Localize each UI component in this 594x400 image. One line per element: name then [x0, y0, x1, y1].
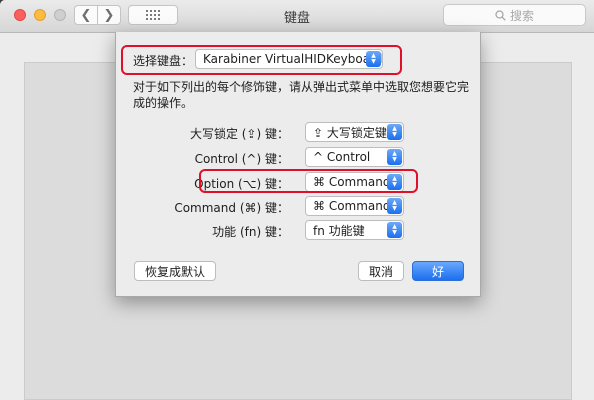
minimize-window-button[interactable]	[34, 9, 46, 21]
caps-lock-value: ⇪ 大写锁定键	[313, 125, 387, 140]
caps-lock-label: 大写锁定 (⇪) 键：	[189, 127, 289, 141]
grid-icon	[146, 10, 160, 20]
keyboard-select-annotation	[121, 45, 402, 75]
control-label: Control (^) 键：	[194, 152, 289, 166]
option-row-annotation	[199, 169, 418, 193]
command-popup[interactable]: ⌘ Command ▲ ▼	[305, 196, 404, 216]
control-value: ^ Control	[313, 150, 371, 164]
search-placeholder: 搜索	[509, 8, 534, 23]
show-all-button[interactable]	[128, 5, 178, 25]
command-label: Command (⌘) 键：	[174, 201, 289, 215]
chevron-left-icon: ❮	[80, 7, 92, 23]
zoom-window-button[interactable]	[54, 9, 66, 21]
modifier-keys-sheet: 选择键盘： Karabiner VirtualHIDKeyboard ▲ ▼ 对于…	[115, 32, 481, 297]
chevron-right-icon: ❯	[103, 7, 115, 23]
up-down-arrows-icon: ▲ ▼	[387, 149, 402, 165]
fn-label: 功能 (fn) 键：	[212, 225, 289, 239]
window-title: 键盘	[283, 11, 310, 26]
fn-value: fn 功能键	[313, 223, 365, 238]
control-popup[interactable]: ^ Control ▲ ▼	[305, 147, 404, 167]
titlebar: ❮ ❯ 键盘 搜索	[0, 0, 594, 33]
ok-button[interactable]: 好	[412, 261, 464, 281]
instruction-text: 对于如下列出的每个修饰键，请从弹出式菜单中选取您想要它完成的操作。	[133, 80, 470, 110]
close-window-button[interactable]	[14, 9, 26, 21]
forward-button[interactable]: ❯	[97, 5, 121, 25]
up-down-arrows-icon: ▲ ▼	[387, 198, 402, 214]
fn-popup[interactable]: fn 功能键 ▲ ▼	[305, 220, 404, 240]
restore-defaults-button[interactable]: 恢复成默认	[134, 261, 216, 281]
back-button[interactable]: ❮	[74, 5, 98, 25]
up-down-arrows-icon: ▲ ▼	[387, 222, 402, 238]
cancel-button[interactable]: 取消	[358, 261, 404, 281]
search-field[interactable]: 搜索	[443, 4, 586, 26]
command-value: ⌘ Command	[313, 199, 391, 213]
preferences-window: ❮ ❯ 键盘 搜索 选择键盘： Karabiner VirtualHIDKeyb…	[0, 0, 594, 400]
caps-lock-popup[interactable]: ⇪ 大写锁定键 ▲ ▼	[305, 122, 404, 142]
up-down-arrows-icon: ▲ ▼	[387, 124, 402, 140]
search-icon	[495, 9, 506, 21]
